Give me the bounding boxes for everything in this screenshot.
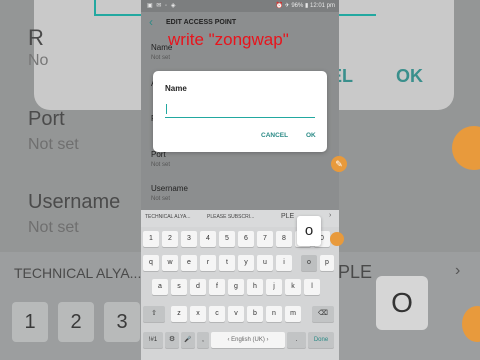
- key-g[interactable]: g: [228, 279, 244, 295]
- name-dialog: Name CANCEL OK: [153, 71, 327, 152]
- done-key[interactable]: Done: [308, 332, 334, 348]
- key-i[interactable]: i: [276, 255, 292, 271]
- bg-username-value: Not set: [28, 219, 79, 236]
- comma-key[interactable]: ,: [197, 332, 209, 348]
- bg-username-label: Username: [28, 191, 121, 213]
- suggestion-item[interactable]: TECHNICAL ALYA...: [145, 214, 190, 220]
- key-o[interactable]: o: [301, 255, 317, 271]
- key-r[interactable]: r: [200, 255, 216, 271]
- suggestion-item[interactable]: PLE: [281, 213, 294, 220]
- field-value: Not set: [151, 55, 171, 61]
- key-f[interactable]: f: [209, 279, 225, 295]
- bg-chevron-icon: ›: [455, 262, 461, 279]
- key-z[interactable]: z: [171, 306, 187, 322]
- cancel-button[interactable]: CANCEL: [261, 132, 288, 139]
- symbols-key[interactable]: !#1: [143, 332, 163, 348]
- key-8[interactable]: 8: [276, 231, 292, 247]
- key-c[interactable]: c: [209, 306, 225, 322]
- back-arrow-icon[interactable]: ‹: [149, 15, 153, 29]
- key-s[interactable]: s: [171, 279, 187, 295]
- bg-port-value: Not set: [28, 136, 79, 153]
- key-e[interactable]: e: [181, 255, 197, 271]
- period-key[interactable]: .: [287, 332, 306, 348]
- key-m[interactable]: m: [285, 306, 301, 322]
- key-6[interactable]: 6: [238, 231, 254, 247]
- overlay-caption: write "zongwap": [168, 30, 289, 49]
- space-bar[interactable]: ‹ English (UK) ›: [211, 332, 285, 348]
- key-t[interactable]: t: [219, 255, 235, 271]
- key-w[interactable]: w: [162, 255, 178, 271]
- bg-port-label: Port: [28, 108, 65, 130]
- key-preview-popup: o: [297, 216, 321, 246]
- key-n[interactable]: n: [266, 306, 282, 322]
- bg-key-1: 1: [12, 302, 48, 342]
- key-l[interactable]: l: [304, 279, 320, 295]
- key-b[interactable]: b: [247, 306, 263, 322]
- page-title: EDIT ACCESS POINT: [166, 19, 237, 26]
- key-q[interactable]: q: [143, 255, 159, 271]
- microphone-icon[interactable]: 🎤: [181, 332, 195, 348]
- bg-suggestion: TECHNICAL ALYA...: [14, 265, 142, 281]
- text-cursor: [166, 104, 167, 114]
- chevron-right-icon[interactable]: ›: [329, 212, 331, 219]
- bg-key-2: 2: [58, 302, 94, 342]
- key-p[interactable]: p: [320, 255, 334, 271]
- orange-dot-icon: [330, 232, 344, 246]
- edit-pencil-icon[interactable]: ✎: [331, 156, 347, 172]
- key-k[interactable]: k: [285, 279, 301, 295]
- bg-key-popup: O: [376, 276, 428, 330]
- status-bar: ▣ ✉ ◦ ◈ ⏰ ✈ 96% ▮ 12:01 pm: [141, 0, 339, 12]
- notification-icons: ▣ ✉ ◦ ◈: [147, 3, 177, 9]
- field-value: Not set: [151, 196, 171, 202]
- bg-ok-button: OK: [396, 66, 423, 86]
- field-port[interactable]: Port Not set: [151, 150, 170, 168]
- suggestion-item[interactable]: PLEASE SUBSCRI...: [207, 214, 254, 220]
- shift-icon[interactable]: ⇧: [143, 306, 165, 322]
- key-h[interactable]: h: [247, 279, 263, 295]
- name-input[interactable]: [165, 103, 315, 118]
- bg-suggestion-right: PLE: [338, 262, 373, 282]
- settings-icon[interactable]: ⚙: [165, 332, 179, 348]
- dialog-title: Name: [165, 84, 187, 93]
- field-label: Username: [151, 184, 188, 193]
- key-4[interactable]: 4: [200, 231, 216, 247]
- bg-key-3: 3: [104, 302, 140, 342]
- field-value: Not set: [151, 162, 171, 168]
- bg-edit-fab: [452, 126, 480, 170]
- key-d[interactable]: d: [190, 279, 206, 295]
- key-v[interactable]: v: [228, 306, 244, 322]
- backspace-icon[interactable]: ⌫: [312, 306, 334, 322]
- key-5[interactable]: 5: [219, 231, 235, 247]
- key-j[interactable]: j: [266, 279, 282, 295]
- key-x[interactable]: x: [190, 306, 206, 322]
- key-7[interactable]: 7: [257, 231, 273, 247]
- bg-row-value: No: [28, 52, 49, 69]
- key-1[interactable]: 1: [143, 231, 159, 247]
- status-right: ⏰ ✈ 96% ▮ 12:01 pm: [275, 3, 336, 9]
- field-username[interactable]: Username Not set: [151, 184, 188, 202]
- ok-button[interactable]: OK: [306, 132, 316, 139]
- bg-row-label: R: [28, 25, 44, 50]
- key-y[interactable]: y: [238, 255, 254, 271]
- key-2[interactable]: 2: [162, 231, 178, 247]
- key-u[interactable]: u: [257, 255, 273, 271]
- key-a[interactable]: a: [152, 279, 168, 295]
- key-3[interactable]: 3: [181, 231, 197, 247]
